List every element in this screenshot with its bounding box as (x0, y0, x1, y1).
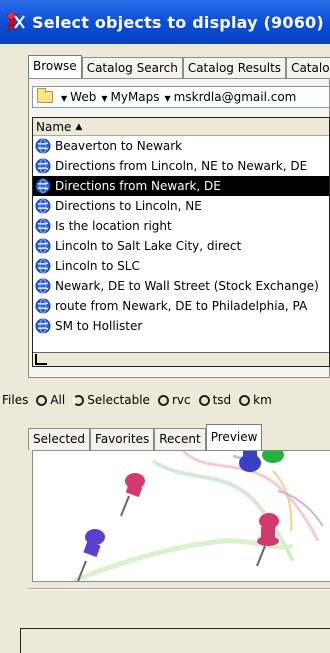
files-filter: Files All Selectable rvc tsd km (0, 388, 330, 412)
radio-button-icon (198, 394, 210, 406)
tab-preview[interactable]: Preview (205, 424, 263, 450)
tab-catalog-search[interactable]: Catalog Search (81, 57, 183, 79)
separator (28, 588, 330, 590)
sort-ascending-icon: ▲ (75, 121, 83, 132)
list-item[interactable]: Is the location right (33, 216, 329, 236)
list-item[interactable]: Lincoln to Salt Lake City, direct (33, 236, 329, 256)
radio-rvc[interactable]: rvc (157, 393, 191, 407)
list-item[interactable]: Newark, DE to Wall Street (Stock Exchang… (33, 276, 329, 296)
list-item[interactable]: Beaverton to Newark (33, 136, 329, 156)
radio-button-icon (239, 394, 251, 406)
breadcrumb-mymaps[interactable]: ▼ MyMaps (101, 90, 159, 104)
name-column-header[interactable]: Name ▲ (33, 118, 329, 136)
list-item-label: Is the location right (55, 219, 172, 233)
breadcrumb-web[interactable]: ▼ Web (61, 90, 96, 104)
tab-catalog-more[interactable]: Catalo (286, 57, 330, 79)
app-icon (6, 12, 26, 32)
list-item-label: route from Newark, DE to Philadelphia, P… (55, 299, 308, 313)
list-item-label: Beaverton to Newark (55, 139, 183, 153)
globe-icon (35, 258, 51, 274)
title-bar[interactable]: Select objects to display (9060) (0, 0, 330, 44)
list-item[interactable]: Directions from Newark, DE (33, 176, 329, 196)
list-item-label: Lincoln to Salt Lake City, direct (55, 239, 242, 253)
radio-all[interactable]: All (36, 393, 65, 407)
tab-browse[interactable]: Browse (28, 55, 82, 79)
radio-km[interactable]: km (239, 393, 272, 407)
top-tab-strip: Browse Catalog Search Catalog Results Ca… (28, 55, 330, 79)
globe-icon (35, 298, 51, 314)
tab-recent[interactable]: Recent (154, 428, 206, 450)
tab-selected[interactable]: Selected (28, 428, 91, 450)
list-item[interactable]: SM to Hollister (33, 316, 329, 336)
list-item-label: SM to Hollister (55, 319, 143, 333)
bottom-tab-strip: Selected Favorites Recent Preview (28, 424, 263, 450)
globe-icon (35, 278, 51, 294)
list-item-label: Lincoln to SLC (55, 259, 140, 273)
list-item-label: Directions to Lincoln, NE (55, 199, 202, 213)
pin-red-icon (120, 473, 145, 517)
globe-icon (35, 178, 51, 194)
radio-tsd[interactable]: tsd (198, 393, 231, 407)
radio-button-icon (36, 394, 48, 406)
resize-handle-icon[interactable] (35, 354, 47, 365)
files-label: Files (2, 393, 29, 407)
radio-selectable[interactable]: Selectable (73, 393, 150, 407)
window-title: Select objects to display (9060) (32, 12, 324, 32)
map-preview[interactable] (32, 450, 330, 582)
pin-red-icon (256, 513, 279, 567)
tab-catalog-results[interactable]: Catalog Results (182, 57, 287, 79)
tab-favorites[interactable]: Favorites (90, 428, 155, 450)
globe-icon (35, 218, 51, 234)
horizontal-scrollbar[interactable] (33, 352, 329, 366)
radio-button-icon (73, 394, 85, 406)
list-item-label: Directions from Lincoln, NE to Newark, D… (55, 159, 308, 173)
globe-icon (35, 198, 51, 214)
list-item[interactable]: route from Newark, DE to Philadelphia, P… (33, 296, 329, 316)
globe-icon (35, 138, 51, 154)
list-item[interactable]: Directions from Lincoln, NE to Newark, D… (33, 156, 329, 176)
pin-green-icon (262, 451, 284, 463)
path-breadcrumb: ▼ Web ▼ MyMaps ▼ mskrdla@gmail.com (32, 86, 330, 108)
list-item[interactable]: Directions to Lincoln, NE (33, 196, 329, 216)
pin-blue-icon (239, 451, 261, 472)
globe-icon (35, 238, 51, 254)
folder-icon[interactable] (37, 88, 53, 103)
globe-icon (35, 318, 51, 334)
list-item-label: Newark, DE to Wall Street (Stock Exchang… (55, 279, 319, 293)
column-header-label: Name (36, 119, 72, 134)
radio-button-icon (157, 394, 169, 406)
list-item[interactable]: Lincoln to SLC (33, 256, 329, 276)
list-item-label: Directions from Newark, DE (55, 179, 221, 193)
globe-icon (35, 158, 51, 174)
object-list[interactable]: Name ▲ Beaverton to Newark Directions fro… (32, 117, 330, 367)
breadcrumb-account[interactable]: ▼ mskrdla@gmail.com (165, 90, 297, 104)
status-bar (20, 628, 330, 653)
